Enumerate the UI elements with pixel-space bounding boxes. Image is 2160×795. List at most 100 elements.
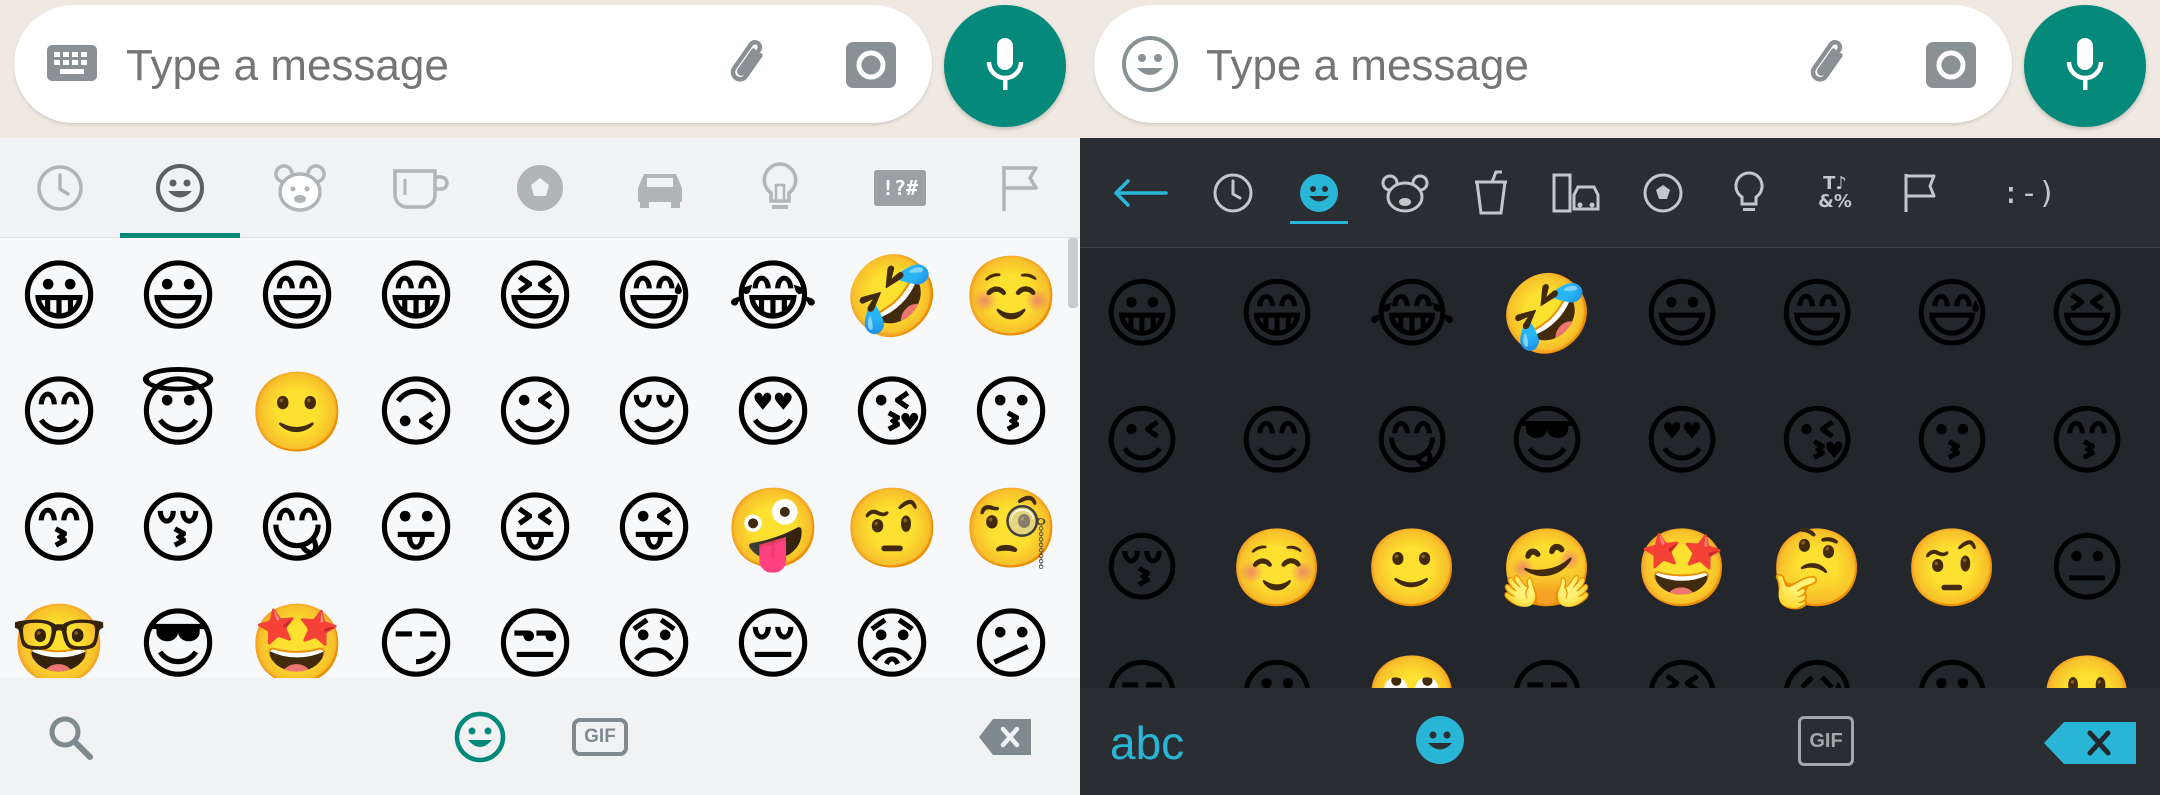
message-input[interactable] (126, 41, 526, 91)
tab-flags[interactable] (1878, 138, 1964, 248)
emoji-key[interactable]: 😍 (1622, 381, 1742, 501)
emoji-key[interactable]: 😙 (0, 470, 118, 588)
emoji-key[interactable]: 😅 (1892, 254, 2012, 374)
tab-animals[interactable] (1362, 138, 1448, 248)
emoji-key[interactable]: 🤔 (1757, 508, 1877, 628)
emoji-key[interactable]: 🤨 (833, 470, 951, 588)
emoji-key[interactable]: ☺️ (952, 238, 1070, 356)
message-composer[interactable] (1094, 5, 2012, 123)
emoji-key[interactable]: 😇 (119, 354, 237, 472)
back-button[interactable] (1090, 138, 1190, 248)
emoji-key[interactable]: 😃 (119, 238, 237, 356)
emoji-key[interactable]: 😋 (1352, 381, 1472, 501)
emoji-key[interactable]: 🙂 (238, 354, 356, 472)
tab-food[interactable] (360, 138, 480, 238)
tab-food[interactable] (1448, 138, 1534, 248)
message-input[interactable] (1206, 41, 1606, 91)
emoji-key[interactable]: 😅 (595, 238, 713, 356)
tab-activity[interactable] (1620, 138, 1706, 248)
backspace-button[interactable] (2042, 720, 2138, 770)
emoji-key[interactable]: 😌 (595, 354, 713, 472)
emoji-key[interactable]: 😗 (952, 354, 1070, 472)
emoji-key[interactable]: 😔 (714, 586, 832, 678)
emoji-key[interactable]: 😊 (1217, 381, 1337, 501)
emoji-key[interactable]: 😁 (1217, 254, 1337, 374)
mic-button[interactable] (944, 5, 1066, 127)
attach-paperclip-icon[interactable] (722, 35, 782, 95)
camera-icon[interactable] (1924, 39, 1978, 91)
emoji-key[interactable]: 🤪 (714, 470, 832, 588)
emoji-key[interactable]: 😆 (476, 238, 594, 356)
tab-symbols[interactable]: !?# (840, 138, 960, 238)
emoji-key[interactable]: 😥 (1757, 635, 1877, 689)
emoji-key[interactable]: 😶 (1217, 635, 1337, 689)
tab-flags[interactable] (960, 138, 1080, 238)
emoji-key[interactable]: 😚 (1082, 508, 1202, 628)
emoji-key[interactable]: 🤩 (238, 586, 356, 678)
emoji-key[interactable]: 😞 (595, 586, 713, 678)
emoji-key[interactable]: 😆 (2027, 254, 2147, 374)
camera-icon[interactable] (844, 39, 898, 91)
tab-smileys[interactable] (120, 138, 240, 238)
emoji-key[interactable]: 😒 (476, 586, 594, 678)
emoji-key[interactable]: 🤓 (0, 586, 118, 678)
emoji-key[interactable]: 😀 (0, 238, 118, 356)
emoji-key[interactable]: 🙂 (1352, 508, 1472, 628)
emoji-key[interactable]: 😂 (1352, 254, 1472, 374)
emoji-key[interactable]: 😄 (238, 238, 356, 356)
emoji-key[interactable]: 🤗 (1487, 508, 1607, 628)
emoji-key[interactable]: 😜 (595, 470, 713, 588)
emoji-key[interactable]: 😂 (714, 238, 832, 356)
emoji-key[interactable]: 😛 (357, 470, 475, 588)
emoji-key[interactable]: ☺️ (1217, 508, 1337, 628)
emoji-key[interactable]: 😎 (119, 586, 237, 678)
tab-travel[interactable] (1534, 138, 1620, 248)
mic-button[interactable] (2024, 5, 2146, 127)
attach-paperclip-icon[interactable] (1802, 35, 1862, 95)
emoji-key[interactable]: 😎 (1487, 381, 1607, 501)
emoji-key[interactable]: 😘 (1757, 381, 1877, 501)
emoji-key[interactable]: 😘 (833, 354, 951, 472)
emoji-key[interactable]: 😉 (476, 354, 594, 472)
tab-smileys[interactable] (1276, 138, 1362, 248)
tab-activity[interactable] (480, 138, 600, 238)
emoji-key[interactable]: 😐 (2027, 508, 2147, 628)
tab-travel[interactable] (600, 138, 720, 238)
backspace-button[interactable] (960, 678, 1050, 795)
search-button[interactable] (30, 678, 110, 795)
tab-recent[interactable] (1190, 138, 1276, 248)
emoji-key[interactable]: 😗 (1892, 381, 2012, 501)
keyboard-icon[interactable] (44, 35, 100, 91)
gif-button[interactable]: GIF (560, 678, 640, 795)
emoji-key[interactable]: 😋 (238, 470, 356, 588)
emoji-key[interactable]: 😏 (357, 586, 475, 678)
message-composer[interactable] (14, 5, 932, 123)
tab-objects[interactable] (720, 138, 840, 238)
tab-animals[interactable] (240, 138, 360, 238)
emoji-key[interactable]: 🤣 (1487, 254, 1607, 374)
emoji-key[interactable]: 😙 (2027, 381, 2147, 501)
emoji-key[interactable]: 🙃 (357, 354, 475, 472)
emoji-key[interactable]: 🤣 (833, 238, 951, 356)
scrollbar-thumb[interactable] (1068, 238, 1078, 308)
emoji-key[interactable]: 😄 (1757, 254, 1877, 374)
emoji-key[interactable]: 😉 (1082, 381, 1202, 501)
emoji-face-icon[interactable] (1118, 32, 1182, 96)
abc-keyboard-button[interactable]: abc (1110, 716, 1184, 770)
emoji-key[interactable]: 😍 (714, 354, 832, 472)
emoji-key[interactable]: 🧐 (952, 470, 1070, 588)
emoji-key[interactable]: 😮 (1892, 635, 2012, 689)
tab-emoticons[interactable]: :-) (1964, 138, 2094, 248)
emoji-key[interactable]: 🤨 (1892, 508, 2012, 628)
gif-button[interactable]: GIF (1798, 716, 1854, 766)
emoji-key[interactable]: 🤐 (2027, 635, 2147, 689)
emoji-key[interactable]: 😣 (1622, 635, 1742, 689)
emoji-key[interactable]: 😀 (1082, 254, 1202, 374)
emoji-key[interactable]: 😊 (0, 354, 118, 472)
emoji-key[interactable]: 😑 (1082, 635, 1202, 689)
emoji-key[interactable]: 😟 (833, 586, 951, 678)
emoji-key[interactable]: 😕 (952, 586, 1070, 678)
emoji-key[interactable]: 🙄 (1352, 635, 1472, 689)
tab-recent[interactable] (0, 138, 120, 238)
emoji-key[interactable]: 🤩 (1622, 508, 1742, 628)
